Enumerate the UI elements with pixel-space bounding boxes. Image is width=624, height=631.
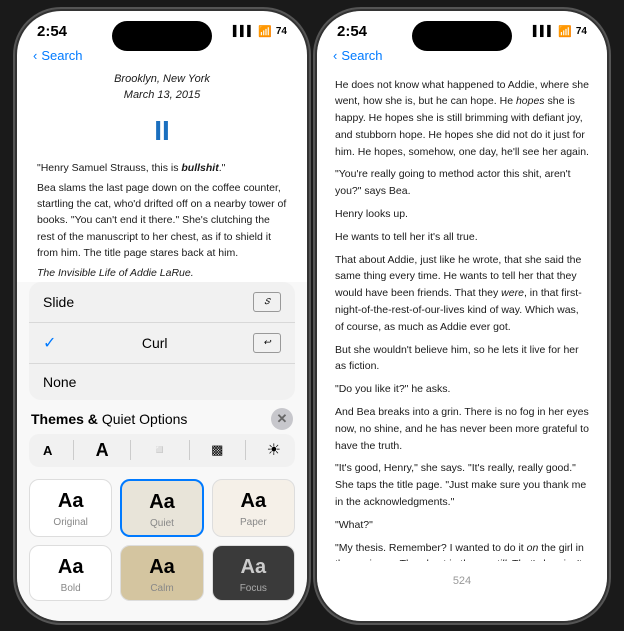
- close-button[interactable]: ✕: [271, 408, 293, 430]
- bottom-panel: Slide 𝑆 ✓ Curl ↩ None: [17, 282, 307, 621]
- page-number: 524: [317, 571, 607, 591]
- font-divider-4: [245, 440, 246, 460]
- signal-icon: ▌▌▌: [233, 26, 254, 37]
- right-para-2: "You're really going to method actor thi…: [335, 166, 589, 200]
- slide-option-none[interactable]: None: [29, 364, 295, 400]
- font-small-a[interactable]: A: [43, 443, 52, 458]
- slide-options: Slide 𝑆 ✓ Curl ↩ None: [29, 282, 295, 400]
- book-date: March 13, 2015: [37, 87, 287, 104]
- left-phone: 2:54 ▌▌▌ 📶 74 ‹ Search Brooklyn, New Yor…: [17, 11, 307, 621]
- right-phone: 2:54 ▌▌▌ 📶 74 ‹ Search He does not know …: [317, 11, 607, 621]
- left-status-time: 2:54: [37, 23, 67, 40]
- theme-calm[interactable]: Aa Calm: [120, 545, 203, 601]
- right-dynamic-island: [412, 21, 512, 51]
- theme-quiet-aa: Aa: [149, 491, 175, 514]
- themes-header: Themes & Quiet Options ✕: [17, 400, 307, 434]
- brightness-icon[interactable]: ☀: [267, 440, 281, 460]
- theme-original-aa: Aa: [58, 490, 84, 513]
- theme-bold[interactable]: Aa Bold: [29, 545, 112, 601]
- theme-bold-name: Bold: [61, 583, 81, 594]
- left-status-icons: ▌▌▌ 📶 74: [233, 25, 287, 38]
- theme-calm-name: Calm: [150, 583, 173, 594]
- theme-quiet[interactable]: Aa Quiet: [120, 479, 203, 537]
- theme-original[interactable]: Aa Original: [29, 479, 112, 537]
- right-search-label[interactable]: Search: [341, 48, 382, 63]
- right-status-time: 2:54: [337, 23, 367, 40]
- right-para-3: Henry looks up.: [335, 206, 589, 223]
- search-label[interactable]: Search: [41, 48, 82, 63]
- book-para-1: "Henry Samuel Strauss, this is bullshit.…: [37, 160, 287, 176]
- right-para-10: "What?": [335, 517, 589, 534]
- font-style-icon[interactable]: ▩: [211, 442, 223, 458]
- wifi-icon: 📶: [258, 25, 272, 38]
- curl-icon: ↩: [253, 333, 281, 353]
- right-para-9: "It's good, Henry," she says. "It's real…: [335, 460, 589, 510]
- battery-icon: 74: [276, 26, 287, 37]
- slide-option-curl[interactable]: ✓ Curl ↩: [29, 323, 295, 364]
- book-para-3: The Invisible Life of Addie LaRue.: [37, 265, 287, 281]
- right-para-11: "My thesis. Remember? I wanted to do it …: [335, 540, 589, 561]
- font-divider-3: [189, 440, 190, 460]
- theme-calm-aa: Aa: [149, 556, 175, 579]
- right-para-4: He wants to tell her it's all true.: [335, 229, 589, 246]
- right-para-7: "Do you like it?" he asks.: [335, 381, 589, 398]
- right-para-5: That about Addie, just like he wrote, th…: [335, 252, 589, 336]
- theme-quiet-name: Quiet: [150, 518, 174, 529]
- theme-bold-aa: Aa: [58, 556, 84, 579]
- right-book-content: He does not know what happened to Addie,…: [317, 71, 607, 561]
- font-controls: A A ◽ ▩ ☀: [29, 434, 295, 467]
- right-para-8: And Bea breaks into a grin. There is no …: [335, 404, 589, 454]
- right-wifi-icon: 📶: [558, 25, 572, 38]
- right-back-chevron-icon: ‹: [333, 48, 337, 63]
- slide-option-curl-label: Curl: [142, 335, 168, 351]
- right-battery-icon: 74: [576, 26, 587, 37]
- themes-grid: Aa Original Aa Quiet Aa Paper Aa Bold: [17, 473, 307, 621]
- right-para-6: But she wouldn't believe him, so he lets…: [335, 342, 589, 376]
- theme-focus-name: Focus: [240, 583, 267, 594]
- right-signal-icon: ▌▌▌: [533, 26, 554, 37]
- font-divider-2: [130, 440, 131, 460]
- theme-focus[interactable]: Aa Focus: [212, 545, 295, 601]
- theme-paper[interactable]: Aa Paper: [212, 479, 295, 537]
- slide-option-none-label: None: [43, 374, 76, 390]
- right-status-icons: ▌▌▌ 📶 74: [533, 25, 587, 38]
- font-divider-1: [73, 440, 74, 460]
- theme-focus-aa: Aa: [241, 556, 267, 579]
- book-para-2: Bea slams the last page down on the coff…: [37, 180, 287, 261]
- chapter-number: II: [37, 110, 287, 152]
- phones-container: 2:54 ▌▌▌ 📶 74 ‹ Search Brooklyn, New Yor…: [7, 1, 617, 631]
- back-chevron-icon: ‹: [33, 48, 37, 63]
- book-city: Brooklyn, New York: [37, 71, 287, 88]
- right-para-1: He does not know what happened to Addie,…: [335, 77, 589, 161]
- book-location: Brooklyn, New York March 13, 2015: [37, 71, 287, 104]
- themes-title: Themes & Quiet Options: [31, 411, 187, 427]
- theme-paper-aa: Aa: [241, 490, 267, 513]
- slide-option-slide-label: Slide: [43, 294, 74, 310]
- font-type-icon[interactable]: ◽: [152, 442, 168, 458]
- theme-paper-name: Paper: [240, 517, 267, 528]
- dynamic-island: [112, 21, 212, 51]
- quiet-options-label: Quiet Options: [102, 411, 188, 427]
- curl-check-icon: ✓: [43, 333, 56, 353]
- font-large-a[interactable]: A: [96, 440, 109, 461]
- slide-option-slide[interactable]: Slide 𝑆: [29, 282, 295, 323]
- theme-original-name: Original: [53, 517, 87, 528]
- slide-icon: 𝑆: [253, 292, 281, 312]
- themes-label: Themes &: [31, 411, 98, 427]
